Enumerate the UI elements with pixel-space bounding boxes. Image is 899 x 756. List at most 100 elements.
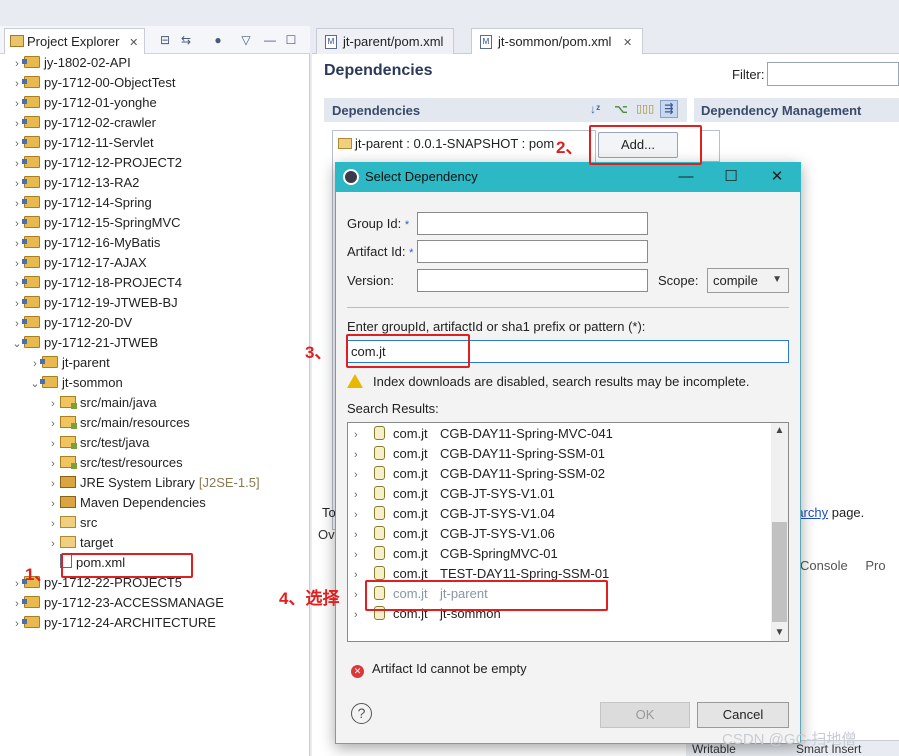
chevron-right-icon[interactable]: ›: [46, 494, 60, 514]
dependency-item[interactable]: jt-parent : 0.0.1-SNAPSHOT : pom: [338, 136, 554, 151]
chevron-right-icon[interactable]: ›: [354, 525, 368, 545]
chevron-right-icon[interactable]: ›: [46, 534, 60, 554]
artifact-id-input[interactable]: [417, 240, 648, 263]
chevron-right-icon[interactable]: ›: [354, 545, 368, 565]
chevron-right-icon[interactable]: ›: [10, 174, 24, 194]
tree-item[interactable]: › py-1712-12-PROJECT2: [10, 153, 182, 173]
tree-item[interactable]: › src/main/resources: [46, 413, 190, 433]
toggle-icon[interactable]: ⇶: [660, 100, 678, 118]
chevron-right-icon[interactable]: ›: [10, 74, 24, 94]
scroll-up-icon[interactable]: ▲: [771, 423, 788, 439]
chevron-right-icon[interactable]: ›: [46, 514, 60, 534]
chevron-right-icon[interactable]: ›: [10, 54, 24, 74]
chevron-right-icon[interactable]: ›: [10, 274, 24, 294]
tab-overview[interactable]: Ov: [318, 527, 336, 547]
chevron-right-icon[interactable]: ›: [354, 465, 368, 485]
chevron-right-icon[interactable]: ›: [46, 474, 60, 494]
tree-item[interactable]: › py-1712-20-DV: [10, 313, 132, 333]
chevron-right-icon[interactable]: ›: [46, 394, 60, 414]
tree-item[interactable]: › py-1712-02-crawler: [10, 113, 156, 133]
chevron-right-icon[interactable]: ›: [10, 254, 24, 274]
filter-input[interactable]: [767, 62, 899, 86]
tab-jt-sommon-pom[interactable]: M jt-sommon/pom.xml ✕: [471, 28, 644, 54]
chevron-right-icon[interactable]: ›: [354, 505, 368, 525]
chevron-right-icon[interactable]: ›: [10, 194, 24, 214]
search-result-row[interactable]: › com.jt CGB-JT-SYS-V1.01: [354, 484, 555, 504]
version-input[interactable]: [417, 269, 648, 292]
search-result-row[interactable]: › com.jt CGB-DAY11-Spring-SSM-02: [354, 464, 605, 484]
tree-item[interactable]: › target: [46, 533, 113, 553]
tree-item[interactable]: ⌄ jt-sommon: [28, 373, 122, 394]
maximize-view-icon[interactable]: ☐: [283, 32, 299, 48]
link-editor-icon[interactable]: ⇆: [178, 32, 194, 48]
close-tab-icon[interactable]: ✕: [623, 37, 632, 49]
chevron-down-icon[interactable]: ⌄: [10, 334, 24, 354]
chevron-right-icon[interactable]: ›: [10, 154, 24, 174]
search-result-row[interactable]: › com.jt CGB-DAY11-Spring-MVC-041: [354, 424, 613, 444]
search-result-row[interactable]: › com.jt CGB-DAY11-Spring-SSM-01: [354, 444, 605, 464]
chevron-right-icon[interactable]: ›: [10, 234, 24, 254]
group-id-input[interactable]: [417, 212, 648, 235]
tree-item[interactable]: › py-1712-00-ObjectTest: [10, 73, 175, 94]
tree-item[interactable]: › py-1712-19-JTWEB-BJ: [10, 293, 178, 313]
chevron-right-icon[interactable]: ›: [10, 214, 24, 234]
chevron-down-icon[interactable]: ⌄: [28, 374, 42, 394]
tree-item[interactable]: › py-1712-14-Spring: [10, 193, 152, 213]
chevron-right-icon[interactable]: ›: [10, 314, 24, 334]
tree-item[interactable]: › py-1712-17-AJAX: [10, 253, 146, 274]
cancel-button[interactable]: Cancel: [697, 702, 789, 728]
tree-item[interactable]: › py-1712-11-Servlet: [10, 133, 153, 154]
tree-item[interactable]: › py-1712-01-yonghe: [10, 93, 157, 113]
minimize-view-icon[interactable]: —: [262, 32, 278, 48]
minimize-button[interactable]: —: [663, 162, 709, 192]
tree-item[interactable]: › JRE System Library [J2SE-1.5]: [46, 473, 259, 494]
progress-tab[interactable]: Pro: [865, 558, 885, 573]
tab-jt-parent-pom[interactable]: M jt-parent/pom.xml: [316, 28, 455, 54]
tree-item[interactable]: › py-1712-23-ACCESSMANAGE: [10, 593, 224, 613]
chevron-right-icon[interactable]: ›: [28, 354, 42, 374]
scroll-down-icon[interactable]: ▼: [771, 625, 788, 641]
tree-item[interactable]: › src/test/java: [46, 433, 149, 453]
project-explorer-tab[interactable]: Project Explorer ✕: [4, 28, 146, 54]
collapse-all-icon[interactable]: ⊟: [157, 32, 173, 48]
tree-item[interactable]: › py-1712-16-MyBatis: [10, 233, 160, 253]
chevron-right-icon[interactable]: ›: [354, 485, 368, 505]
chevron-right-icon[interactable]: ›: [10, 134, 24, 154]
help-icon[interactable]: ?: [351, 703, 372, 724]
tree-item[interactable]: › py-1712-24-ARCHITECTURE: [10, 613, 216, 633]
tree-item[interactable]: › Maven Dependencies: [46, 493, 206, 513]
close-tab-icon[interactable]: ✕: [129, 37, 138, 49]
tree-item[interactable]: › src: [46, 513, 97, 533]
chevron-right-icon[interactable]: ›: [10, 114, 24, 134]
chevron-right-icon[interactable]: ›: [46, 454, 60, 474]
tree-item[interactable]: › jt-parent: [28, 353, 110, 373]
scrollbar-thumb[interactable]: [772, 522, 787, 622]
tree-item[interactable]: ⌄ py-1712-21-JTWEB: [10, 333, 158, 353]
search-result-row[interactable]: › com.jt CGB-SpringMVC-01: [354, 544, 558, 564]
chevron-right-icon[interactable]: ›: [354, 445, 368, 465]
chevron-right-icon[interactable]: ›: [10, 294, 24, 314]
columns-icon[interactable]: ▯▯▯: [636, 102, 654, 115]
tree-item[interactable]: › py-1712-18-PROJECT4: [10, 273, 182, 293]
chevron-right-icon[interactable]: ›: [10, 94, 24, 114]
console-tab[interactable]: Console: [800, 558, 848, 573]
focus-icon[interactable]: ●: [210, 32, 226, 48]
dependency-management-list[interactable]: [700, 130, 720, 162]
tree-item[interactable]: › py-1712-13-RA2: [10, 173, 139, 193]
chevron-right-icon[interactable]: ›: [46, 414, 60, 434]
maximize-button[interactable]: ☐: [708, 162, 754, 192]
sort-icon[interactable]: ↓ᶻ: [590, 102, 600, 116]
tree-item[interactable]: › src/test/resources: [46, 453, 182, 474]
scope-select[interactable]: compile ▼: [707, 268, 789, 293]
chevron-right-icon[interactable]: ›: [46, 434, 60, 454]
hierarchy-icon[interactable]: ⌥: [614, 102, 628, 116]
tree-item[interactable]: › py-1712-15-SpringMVC: [10, 213, 180, 234]
chevron-right-icon[interactable]: ›: [354, 425, 368, 445]
ok-button[interactable]: OK: [600, 702, 690, 728]
chevron-right-icon[interactable]: ›: [10, 614, 24, 634]
tree-item[interactable]: › jy-1802-02-API: [10, 53, 131, 73]
chevron-right-icon[interactable]: ›: [10, 594, 24, 614]
search-result-row[interactable]: › com.jt CGB-JT-SYS-V1.04: [354, 504, 555, 524]
chevron-right-icon[interactable]: ›: [10, 574, 24, 594]
view-menu-icon[interactable]: ▽: [238, 32, 254, 48]
